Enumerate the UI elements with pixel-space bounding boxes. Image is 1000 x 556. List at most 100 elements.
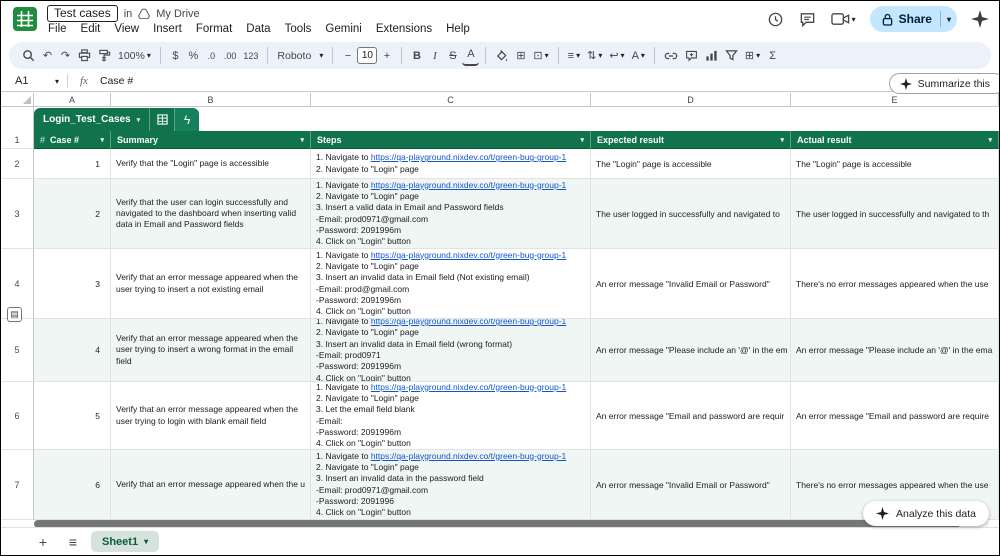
- header-summary-dropdown-icon[interactable]: ▾: [300, 136, 304, 144]
- text-wrap-button[interactable]: ↩▾: [606, 45, 627, 66]
- location-name[interactable]: My Drive: [156, 8, 199, 20]
- cell-expected-result[interactable]: The "Login" page is accessible: [591, 149, 791, 179]
- increase-decimal-button[interactable]: .00: [221, 45, 240, 66]
- sheet-tab-caret-icon[interactable]: ▾: [144, 537, 148, 546]
- menu-gemini[interactable]: Gemini: [318, 21, 368, 37]
- merge-cells-icon[interactable]: ⊡▾: [530, 45, 551, 66]
- document-title-input[interactable]: Test cases: [47, 5, 118, 22]
- cell-summary[interactable]: Verify that the user can login successfu…: [111, 179, 311, 249]
- cell-case-number[interactable]: 3: [34, 249, 111, 319]
- version-history-icon[interactable]: [767, 10, 785, 28]
- cell-actual-result[interactable]: The "Login" page is accessible: [791, 149, 999, 179]
- menu-tools[interactable]: Tools: [278, 21, 319, 37]
- add-sheet-icon[interactable]: +: [31, 534, 55, 550]
- cell-expected-result[interactable]: An error message "Invalid Email or Passw…: [591, 450, 791, 520]
- cell-case-number[interactable]: 6: [34, 450, 111, 520]
- cell-steps[interactable]: 1. Navigate to https://qa-playground.nix…: [311, 179, 591, 249]
- cell-steps[interactable]: 1. Navigate to https://qa-playground.nix…: [311, 382, 591, 450]
- table-handle-icon[interactable]: ▤: [7, 307, 22, 322]
- cell-case-number[interactable]: 1: [34, 149, 111, 179]
- text-rotation-button[interactable]: A▾: [629, 45, 648, 66]
- table-quick-actions-button[interactable]: ϟ: [174, 108, 199, 131]
- cell-actual-result[interactable]: The user logged in successfully and navi…: [791, 179, 999, 249]
- cell-case-number[interactable]: 2: [34, 179, 111, 249]
- sheets-logo-icon[interactable]: [12, 6, 38, 32]
- header-actual-dropdown-icon[interactable]: ▾: [988, 136, 992, 144]
- name-box[interactable]: A1▾: [1, 75, 67, 87]
- insert-comment-icon[interactable]: [682, 45, 701, 66]
- row-header-6[interactable]: 6: [1, 382, 34, 450]
- increase-font-size-button[interactable]: +: [378, 45, 395, 66]
- font-size-input[interactable]: 10: [357, 47, 377, 64]
- share-caret-icon[interactable]: ▾: [947, 15, 951, 24]
- fill-color-icon[interactable]: [492, 45, 511, 66]
- menu-help[interactable]: Help: [439, 21, 477, 37]
- undo-icon[interactable]: ↶: [39, 45, 56, 66]
- table-views-button[interactable]: ⊞▾: [742, 45, 763, 66]
- percent-format-button[interactable]: %: [185, 45, 202, 66]
- text-color-button[interactable]: A: [462, 45, 479, 66]
- header-steps[interactable]: Steps▾: [311, 131, 591, 149]
- row-header-1[interactable]: 1: [1, 131, 34, 149]
- comment-history-icon[interactable]: [799, 10, 817, 28]
- step-url-link[interactable]: https://qa-playground.nixdev.co/t/green-…: [371, 152, 566, 162]
- cell-steps[interactable]: 1. Navigate to https://qa-playground.nix…: [311, 319, 591, 382]
- gemini-sparkle-icon[interactable]: [971, 10, 989, 28]
- decrease-font-size-button[interactable]: −: [339, 45, 356, 66]
- search-icon[interactable]: [19, 45, 38, 66]
- formula-input[interactable]: Case #: [100, 75, 133, 87]
- meet-button[interactable]: ▾: [831, 12, 856, 26]
- header-expected-result[interactable]: Expected result▾: [591, 131, 791, 149]
- cell-steps[interactable]: 1. Navigate to https://qa-playground.nix…: [311, 149, 591, 179]
- menu-edit[interactable]: Edit: [74, 21, 108, 37]
- step-url-link[interactable]: https://qa-playground.nixdev.co/t/green-…: [371, 382, 566, 392]
- row-header-2[interactable]: 2: [1, 149, 34, 179]
- analyze-data-chip[interactable]: Analyze this data: [863, 501, 989, 526]
- menu-data[interactable]: Data: [239, 21, 277, 37]
- cell-summary[interactable]: Verify that an error message appeared wh…: [111, 450, 311, 520]
- horizontal-align-button[interactable]: ≡▾: [565, 45, 583, 66]
- header-summary[interactable]: Summary▾: [111, 131, 311, 149]
- bold-button[interactable]: B: [408, 45, 425, 66]
- font-select[interactable]: Roboto▾: [274, 45, 326, 66]
- share-button[interactable]: Share ▾: [870, 6, 957, 32]
- summarize-chip[interactable]: Summarize this: [889, 73, 1000, 94]
- vertical-align-button[interactable]: ⇅▾: [584, 45, 605, 66]
- select-all-corner[interactable]: [1, 93, 34, 106]
- header-case-number[interactable]: #Case # ▾: [34, 131, 111, 149]
- column-header-c[interactable]: C: [311, 93, 591, 106]
- cell-case-number[interactable]: 4: [34, 319, 111, 382]
- cell-expected-result[interactable]: An error message "Email and password are…: [591, 382, 791, 450]
- print-icon[interactable]: [75, 45, 94, 66]
- table-name-button[interactable]: Login_Test_Cases ▾: [34, 108, 149, 131]
- row-header-7[interactable]: 7: [1, 450, 34, 520]
- functions-button[interactable]: Σ: [764, 45, 781, 66]
- row-header-5[interactable]: 5: [1, 319, 34, 382]
- menu-format[interactable]: Format: [189, 21, 239, 37]
- table-grid-button[interactable]: [149, 108, 174, 131]
- step-url-link[interactable]: https://qa-playground.nixdev.co/t/green-…: [371, 451, 566, 461]
- step-url-link[interactable]: https://qa-playground.nixdev.co/t/green-…: [371, 250, 566, 260]
- cell-expected-result[interactable]: The user logged in successfully and navi…: [591, 179, 791, 249]
- menu-view[interactable]: View: [107, 21, 146, 37]
- header-expected-dropdown-icon[interactable]: ▾: [780, 136, 784, 144]
- cell-summary[interactable]: Verify that the "Login" page is accessib…: [111, 149, 311, 179]
- cell-summary[interactable]: Verify that an error message appeared wh…: [111, 319, 311, 382]
- row-header-3[interactable]: 3: [1, 179, 34, 249]
- zoom-select[interactable]: 100%▾: [115, 45, 154, 66]
- menu-file[interactable]: File: [41, 21, 74, 37]
- header-case-dropdown-icon[interactable]: ▾: [100, 136, 104, 144]
- step-url-link[interactable]: https://qa-playground.nixdev.co/t/green-…: [371, 319, 566, 326]
- create-filter-icon[interactable]: [722, 45, 741, 66]
- strikethrough-button[interactable]: S: [444, 45, 461, 66]
- cell-actual-result[interactable]: An error message "Please include an '@' …: [791, 319, 999, 382]
- all-sheets-icon[interactable]: ≡: [61, 534, 85, 550]
- menu-insert[interactable]: Insert: [146, 21, 189, 37]
- cell-case-number[interactable]: 5: [34, 382, 111, 450]
- sheet-tab-sheet1[interactable]: Sheet1 ▾: [91, 531, 159, 552]
- cell-expected-result[interactable]: An error message "Invalid Email or Passw…: [591, 249, 791, 319]
- more-formats-button[interactable]: 123: [240, 45, 261, 66]
- column-header-d[interactable]: D: [591, 93, 791, 106]
- cell-summary[interactable]: Verify that an error message appeared wh…: [111, 382, 311, 450]
- cell-summary[interactable]: Verify that an error message appeared wh…: [111, 249, 311, 319]
